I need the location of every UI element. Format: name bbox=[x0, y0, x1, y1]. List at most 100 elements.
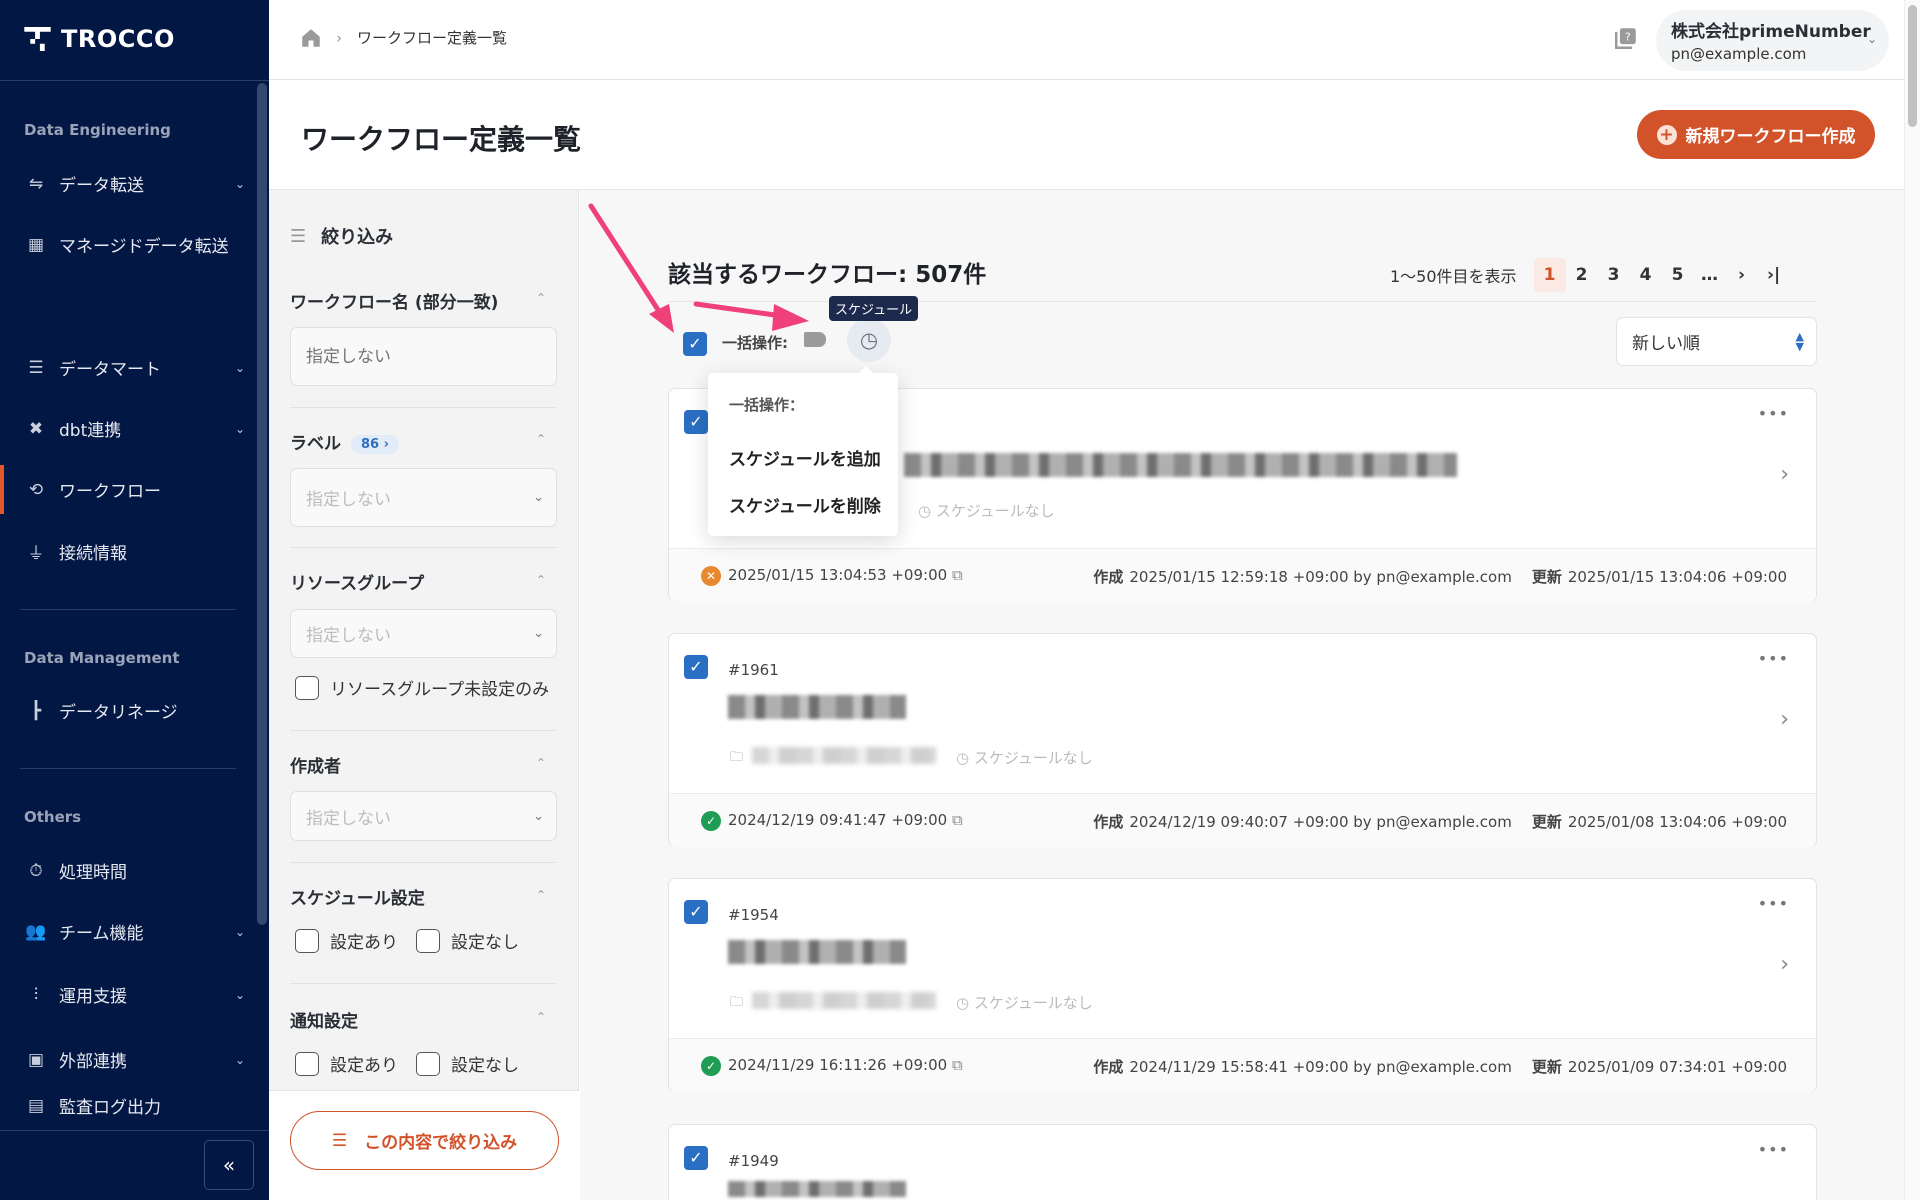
last-run[interactable]: 2024/11/29 16:11:26 +09:00 ⧉ bbox=[728, 1056, 963, 1074]
sidebar-item-10[interactable]: ▣ 外部連携 ⌄ bbox=[0, 1035, 257, 1084]
sidebar-item-1[interactable]: ▦ マネージドデータ転送 bbox=[0, 220, 257, 269]
home-icon[interactable] bbox=[301, 28, 321, 48]
resource-unset-checkbox[interactable]: リソースグループ未設定のみ bbox=[295, 675, 549, 700]
page-link[interactable]: 5 bbox=[1662, 258, 1694, 292]
chevron-down-icon[interactable]: ⌄ bbox=[235, 988, 245, 1002]
transfer-icon: ⇋ bbox=[28, 173, 44, 194]
notify-yes-checkbox[interactable]: 設定あり bbox=[295, 1051, 398, 1076]
schedule-no-checkbox[interactable]: 設定なし bbox=[416, 928, 519, 953]
chevron-right-icon: › bbox=[336, 28, 342, 47]
last-run[interactable]: 2025/01/15 13:04:53 +09:00 ⧉ bbox=[728, 566, 963, 584]
more-options-icon[interactable]: ••• bbox=[1758, 1140, 1789, 1159]
chevron-down-icon[interactable]: ⌄ bbox=[235, 177, 245, 191]
sidebar-item-2[interactable]: ☰ データマート ⌄ bbox=[0, 343, 257, 392]
folder-icon: 🗀 bbox=[730, 995, 744, 1010]
apply-filter-label: この内容で絞り込み bbox=[364, 1133, 518, 1153]
apply-filter-button[interactable]: ☰ この内容で絞り込み bbox=[290, 1111, 559, 1170]
sidebar-item-6[interactable]: ┣ データリネージ bbox=[0, 686, 257, 735]
checkbox[interactable] bbox=[295, 1051, 319, 1076]
label-select[interactable]: 指定しない ⌄ bbox=[290, 468, 557, 527]
workflow-name-redacted[interactable] bbox=[728, 1181, 906, 1197]
new-workflow-button[interactable]: + 新規ワークフロー作成 bbox=[1637, 110, 1875, 159]
workflow-name-redacted[interactable] bbox=[904, 453, 1457, 477]
sidebar-item-4[interactable]: ⟲ ワークフロー bbox=[0, 465, 257, 514]
sort-arrows-icon: ▲ ▼ bbox=[1795, 329, 1804, 353]
page-link[interactable]: ›| bbox=[1758, 258, 1790, 292]
chevron-up-icon[interactable]: ⌃ bbox=[536, 573, 546, 587]
resource-group-label: リソースグループ bbox=[290, 574, 425, 594]
resource-group-select[interactable]: 指定しない ⌄ bbox=[290, 609, 557, 658]
page-link[interactable]: 1 bbox=[1533, 258, 1566, 292]
chevron-up-icon[interactable]: ⌃ bbox=[536, 756, 546, 770]
chevron-up-icon[interactable]: ⌃ bbox=[536, 888, 546, 902]
workflow-card[interactable]: ✓ #1949 ••• bbox=[668, 1124, 1817, 1200]
sidebar-item-8[interactable]: 👥 チーム機能 ⌄ bbox=[0, 907, 257, 956]
sidebar-item-9[interactable]: ⫶ 運用支援 ⌄ bbox=[0, 970, 257, 1019]
chevron-up-icon[interactable]: ⌃ bbox=[536, 1010, 546, 1024]
more-options-icon[interactable]: ••• bbox=[1758, 649, 1789, 668]
page-link[interactable]: › bbox=[1726, 258, 1758, 292]
more-options-icon[interactable]: ••• bbox=[1758, 894, 1789, 913]
workflow-id: #1949 bbox=[728, 1152, 779, 1170]
chevron-right-icon[interactable]: › bbox=[1780, 952, 1789, 977]
notify-no-checkbox[interactable]: 設定なし bbox=[416, 1051, 519, 1076]
workflow-card[interactable]: ✓ #1961 ••• › 🗀 ◷ スケジュールなし ✓ 2024/12/19 09:… bbox=[668, 633, 1817, 847]
chevron-right-icon[interactable]: › bbox=[1780, 707, 1789, 732]
chevron-down-icon[interactable]: ⌄ bbox=[235, 361, 245, 375]
sidebar-item-3[interactable]: ✖ dbt連携 ⌄ bbox=[0, 404, 257, 453]
chevron-down-icon[interactable]: ⌄ bbox=[235, 925, 245, 939]
created-value: 2025/01/15 12:59:18 +09:00 by pn@example… bbox=[1129, 568, 1512, 586]
chevron-right-icon[interactable]: › bbox=[1780, 462, 1789, 487]
chevron-up-icon[interactable]: ⌃ bbox=[536, 432, 546, 446]
trocco-logo[interactable]: TROCCO bbox=[24, 25, 175, 53]
row-checkbox[interactable]: ✓ bbox=[684, 900, 708, 924]
no-schedule: ◷ スケジュールなし bbox=[956, 994, 1093, 1012]
row-checkbox[interactable]: ✓ bbox=[684, 655, 708, 679]
sort-select[interactable]: 新しい順 ▲ ▼ bbox=[1616, 317, 1817, 366]
sidebar-item-11[interactable]: ▤ 監査ログ出力 bbox=[0, 1081, 257, 1130]
row-checkbox[interactable]: ✓ bbox=[684, 410, 708, 434]
sidebar-item-5[interactable]: ⏚ 接続情報 bbox=[0, 527, 257, 576]
checkbox[interactable] bbox=[416, 1051, 440, 1076]
creator-select[interactable]: 指定しない ⌄ bbox=[290, 791, 557, 841]
sidebar-scrollbar[interactable] bbox=[257, 83, 267, 925]
workflow-name-input[interactable] bbox=[290, 327, 557, 386]
menu-item-add-schedule[interactable]: スケジュールを追加 bbox=[729, 445, 881, 470]
label-count-badge[interactable]: 86 › bbox=[351, 434, 399, 454]
external-link-icon[interactable]: ⧉ bbox=[952, 566, 963, 584]
no-schedule-text: スケジュールなし bbox=[973, 749, 1093, 767]
page-link[interactable]: … bbox=[1694, 258, 1726, 292]
page-link[interactable]: 4 bbox=[1630, 258, 1662, 292]
help-icon[interactable]: ? bbox=[1615, 27, 1639, 51]
divider bbox=[20, 609, 236, 610]
page-scrollbar[interactable] bbox=[1904, 0, 1920, 1200]
chevron-down-icon[interactable]: ⌄ bbox=[235, 422, 245, 436]
row-checkbox[interactable]: ✓ bbox=[684, 1146, 708, 1170]
chevron-down-icon[interactable]: ⌄ bbox=[235, 1053, 245, 1067]
chevron-up-icon[interactable]: ⌃ bbox=[536, 291, 546, 305]
chevron-down-icon: ⌄ bbox=[1866, 32, 1877, 46]
annotation-arrow bbox=[693, 301, 809, 331]
external-link-icon[interactable]: ⧉ bbox=[952, 1056, 963, 1074]
collapse-sidebar-button[interactable]: « bbox=[204, 1140, 254, 1190]
menu-item-remove-schedule[interactable]: スケジュールを削除 bbox=[729, 492, 881, 517]
more-options-icon[interactable]: ••• bbox=[1758, 404, 1789, 423]
divider bbox=[0, 80, 269, 81]
checkbox[interactable] bbox=[295, 928, 319, 953]
last-run[interactable]: 2024/12/19 09:41:47 +09:00 ⧉ bbox=[728, 811, 963, 829]
updated-value: 2025/01/08 13:04:06 +09:00 bbox=[1567, 813, 1787, 831]
schedule-yes-checkbox[interactable]: 設定あり bbox=[295, 928, 398, 953]
page-link[interactable]: 3 bbox=[1598, 258, 1630, 292]
workflow-card[interactable]: ✓ #1954 ••• › 🗀 ◷ スケジュールなし ✓ 2024/11/29 16:… bbox=[668, 878, 1817, 1092]
page-link[interactable]: 2 bbox=[1566, 258, 1598, 292]
checkbox[interactable] bbox=[295, 675, 319, 700]
checkbox[interactable] bbox=[416, 928, 440, 953]
workflow-name-redacted[interactable] bbox=[728, 695, 906, 719]
account-menu[interactable]: 株式会社primeNumber pn@example.com ⌄ bbox=[1656, 10, 1889, 71]
scrollbar-thumb[interactable] bbox=[1908, 5, 1917, 127]
sidebar-item-7[interactable]: ⏱ 処理時間 bbox=[0, 846, 257, 895]
workflow-name-redacted[interactable] bbox=[728, 940, 906, 964]
last-run-time: 2024/11/29 16:11:26 +09:00 bbox=[728, 1056, 948, 1074]
sidebar-item-0[interactable]: ⇋ データ転送 ⌄ bbox=[0, 159, 257, 208]
external-link-icon[interactable]: ⧉ bbox=[952, 811, 963, 829]
